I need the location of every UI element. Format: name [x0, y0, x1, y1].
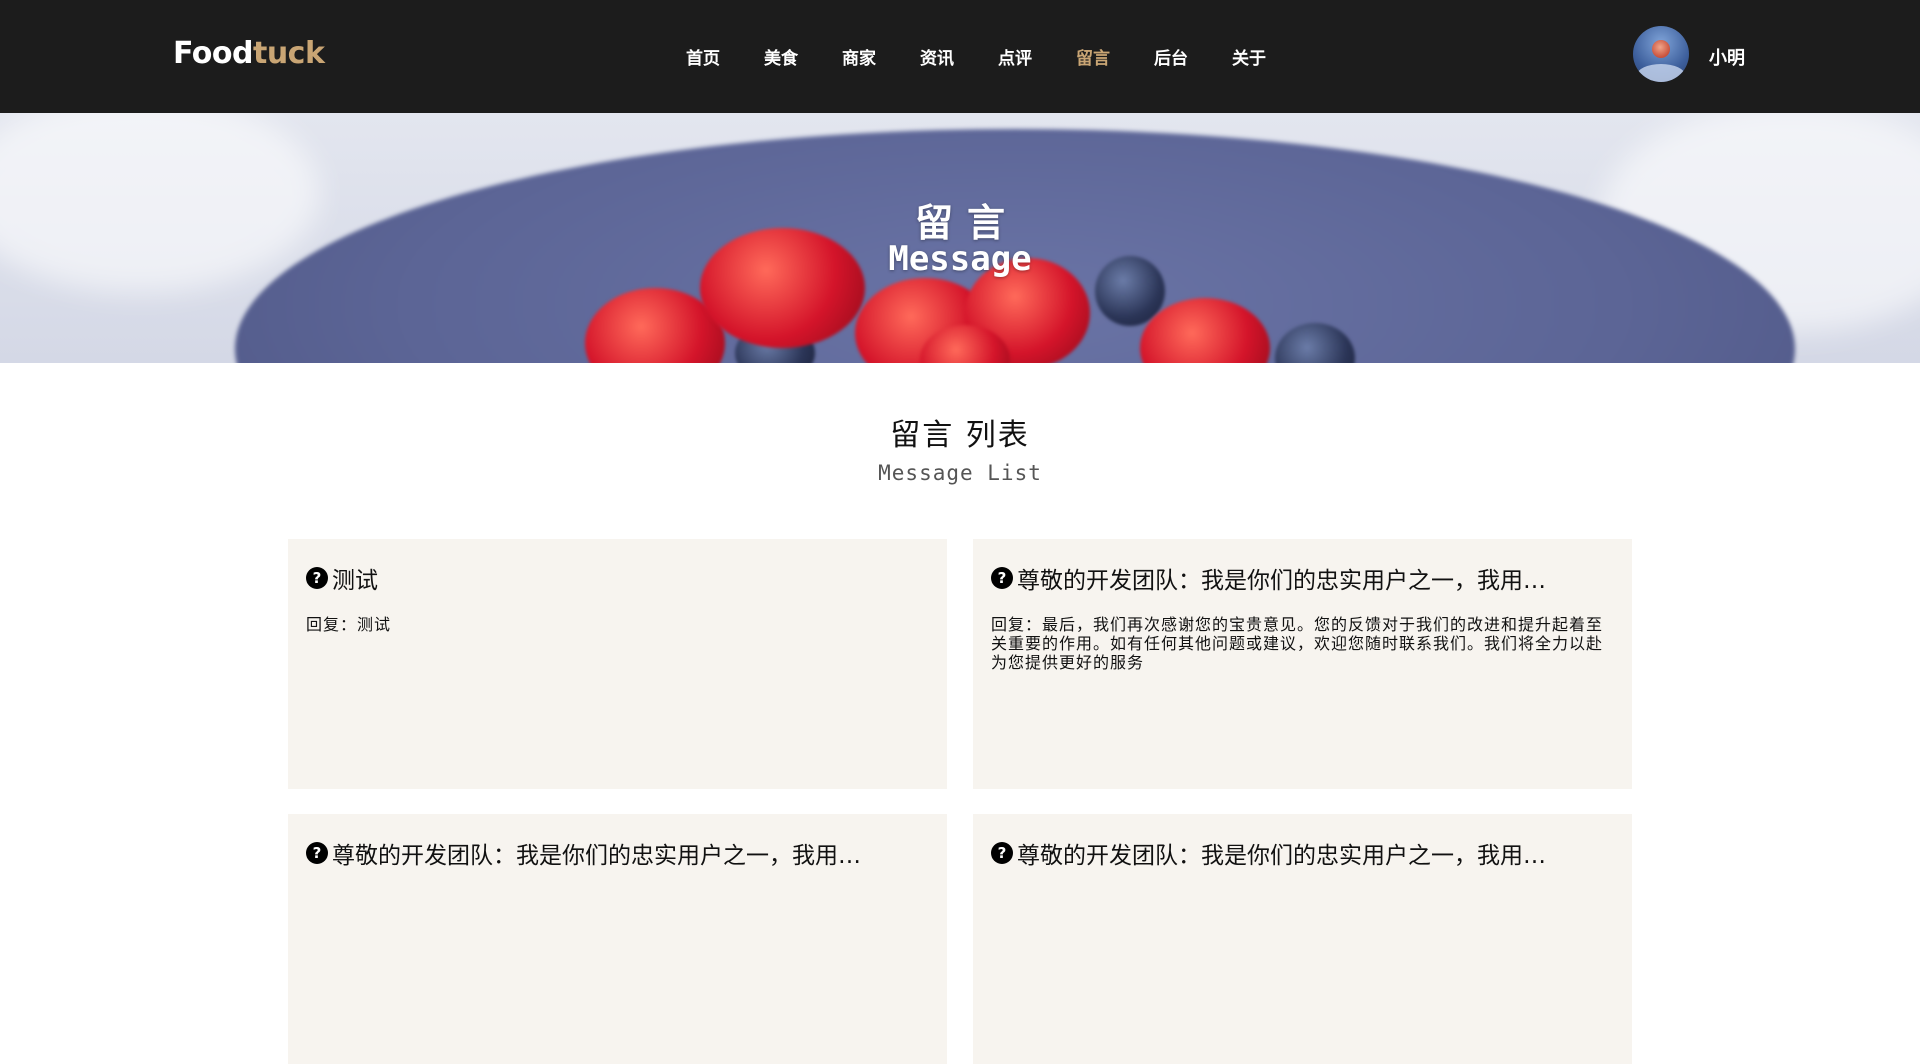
nav-item-home[interactable]: 首页 [686, 44, 764, 69]
message-reply: 回复：最后，我们再次感谢您的宝贵意见。您的反馈对于我们的改进和提升起着至关重要的… [991, 615, 1604, 672]
message-question: ? 尊敬的开发团队：我是你们的忠实用户之一，我用… [991, 836, 1614, 870]
site-logo[interactable]: Foodtuck [173, 36, 325, 71]
question-circle-icon: ? [306, 842, 328, 864]
banner-title-en: Message [888, 239, 1032, 279]
message-card[interactable]: ? 尊敬的开发团队：我是你们的忠实用户之一，我用… 回复：最后，我们再次感谢您的… [973, 539, 1632, 789]
message-question-text: 尊敬的开发团队：我是你们的忠实用户之一，我用… [332, 843, 861, 869]
message-card[interactable]: ? 尊敬的开发团队：我是你们的忠实用户之一，我用… [973, 814, 1632, 1064]
nav-item-reviews[interactable]: 点评 [998, 44, 1076, 69]
avatar-figure [1652, 40, 1670, 58]
nav-item-about[interactable]: 关于 [1232, 44, 1310, 69]
message-question: ? 测试 [306, 561, 929, 595]
message-question-text: 测试 [332, 568, 378, 594]
username-label[interactable]: 小明 [1709, 44, 1745, 70]
nav-item-food[interactable]: 美食 [764, 44, 842, 69]
message-question: ? 尊敬的开发团队：我是你们的忠实用户之一，我用… [306, 836, 929, 870]
question-circle-icon: ? [991, 567, 1013, 589]
message-card[interactable]: ? 尊敬的开发团队：我是你们的忠实用户之一，我用… [288, 814, 947, 1064]
message-question: ? 尊敬的开发团队：我是你们的忠实用户之一，我用… [991, 561, 1614, 595]
user-avatar[interactable] [1633, 26, 1689, 82]
nav-item-message[interactable]: 留言 [1076, 44, 1154, 69]
message-reply: 回复：测试 [306, 615, 392, 634]
message-card[interactable]: ? 测试 回复：测试 [288, 539, 947, 789]
nav-item-news[interactable]: 资讯 [920, 44, 998, 69]
nav-item-admin[interactable]: 后台 [1154, 44, 1232, 69]
question-circle-icon: ? [991, 842, 1013, 864]
top-navbar: Foodtuck 首页 美食 商家 资讯 点评 留言 后台 关于 小明 [0, 0, 1920, 113]
section-subtitle: Message List [878, 461, 1042, 485]
logo-text-food: Food [173, 36, 253, 71]
section-title: 留言 列表 [890, 418, 1030, 453]
hero-banner: 留言 Message [0, 113, 1920, 363]
logo-text-tuck: tuck [252, 36, 325, 71]
nav-item-shops[interactable]: 商家 [842, 44, 920, 69]
message-question-text: 尊敬的开发团队：我是你们的忠实用户之一，我用… [1017, 843, 1546, 869]
main-nav: 首页 美食 商家 资讯 点评 留言 后台 关于 [686, 44, 1310, 69]
question-circle-icon: ? [306, 567, 328, 589]
avatar-cloud [1637, 64, 1685, 82]
message-question-text: 尊敬的开发团队：我是你们的忠实用户之一，我用… [1017, 568, 1546, 594]
